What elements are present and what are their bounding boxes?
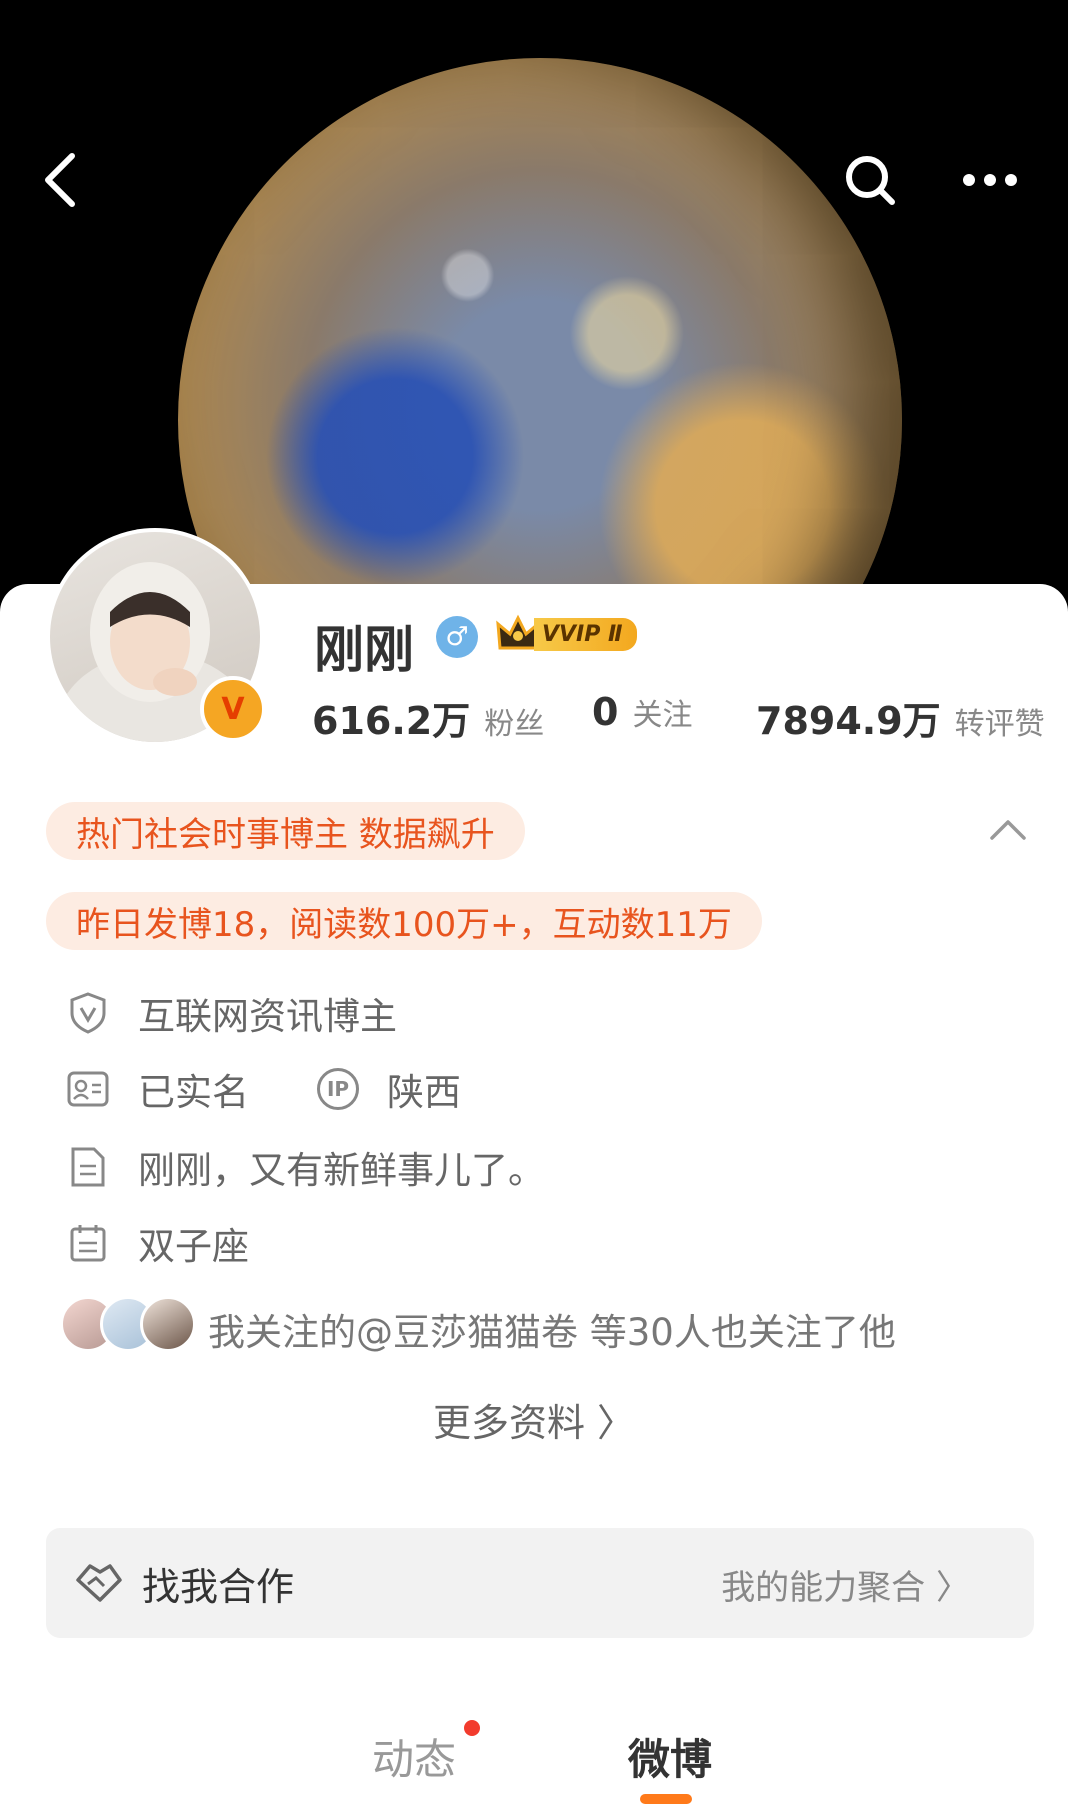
id-card-icon bbox=[66, 1067, 110, 1111]
realname-row[interactable]: 已实名 IP 陕西 bbox=[66, 1062, 461, 1116]
more-dots-icon[interactable] bbox=[960, 150, 1020, 210]
planet-photo bbox=[178, 58, 902, 620]
verified-badge-icon: V bbox=[200, 676, 266, 742]
document-icon bbox=[66, 1145, 110, 1189]
stat-followers[interactable]: 616.2万 粉丝 bbox=[312, 690, 544, 745]
stat-value: 616.2万 bbox=[312, 699, 471, 743]
bio-text: 刚刚，又有新鲜事儿了。 bbox=[138, 1149, 545, 1192]
hot-blogger-tag[interactable]: 热门社会时事博主 数据飙升 bbox=[46, 802, 525, 860]
stat-following[interactable]: 0 关注 bbox=[592, 690, 692, 734]
cooperation-subtitle: 我的能力聚合 〉 bbox=[721, 1568, 970, 1608]
chevron-up-icon[interactable] bbox=[990, 818, 1026, 844]
category-row[interactable]: 互联网资讯博主 bbox=[66, 986, 397, 1040]
ip-location-text: 陕西 bbox=[387, 1071, 461, 1114]
ip-location-icon: IP bbox=[317, 1068, 359, 1110]
profile-name: 刚刚 bbox=[314, 621, 414, 679]
cover-image[interactable] bbox=[0, 0, 1068, 620]
mutual-follow-text[interactable]: 我关注的@豆莎猫猫卷 等30人也关注了他 bbox=[208, 1302, 896, 1356]
mutual-follow-label: 我关注的@豆莎猫猫卷 等30人也关注了他 bbox=[208, 1311, 896, 1354]
mutual-avatar[interactable] bbox=[140, 1296, 196, 1352]
tab-dynamic[interactable]: 动态 bbox=[372, 1726, 456, 1787]
zodiac-row[interactable]: 双子座 bbox=[66, 1216, 249, 1270]
cooperation-card[interactable]: 找我合作 我的能力聚合 〉 bbox=[46, 1528, 1034, 1638]
vvip-label: VVIP Ⅱ bbox=[534, 617, 637, 651]
handshake-icon bbox=[74, 1558, 124, 1608]
zodiac-text: 双子座 bbox=[138, 1225, 249, 1268]
yesterday-stats-tag[interactable]: 昨日发博18，阅读数100万+，互动数11万 bbox=[46, 892, 762, 950]
vvip-badge[interactable]: VVIP Ⅱ bbox=[496, 612, 637, 656]
category-text: 互联网资讯博主 bbox=[138, 995, 397, 1038]
stat-label: 转评赞 bbox=[954, 707, 1045, 742]
more-info-link[interactable]: 更多资料 〉 bbox=[0, 1392, 1068, 1447]
stat-value: 7894.9万 bbox=[756, 699, 941, 743]
stat-interactions[interactable]: 7894.9万 转评赞 bbox=[756, 690, 1045, 745]
calendar-icon bbox=[66, 1221, 110, 1265]
male-gender-icon: ♂ bbox=[436, 616, 478, 658]
back-arrow-icon[interactable] bbox=[30, 150, 90, 210]
stat-value: 0 bbox=[592, 690, 619, 734]
active-tab-indicator bbox=[640, 1794, 692, 1804]
stat-label: 粉丝 bbox=[484, 707, 545, 742]
cooperation-title: 找我合作 bbox=[142, 1565, 295, 1609]
realname-text: 已实名 bbox=[138, 1071, 249, 1114]
notification-dot bbox=[464, 1720, 480, 1736]
bio-row[interactable]: 刚刚，又有新鲜事儿了。 bbox=[66, 1140, 545, 1194]
shield-v-icon bbox=[66, 991, 110, 1035]
stat-label: 关注 bbox=[632, 698, 693, 733]
tab-weibo[interactable]: 微博 bbox=[628, 1726, 712, 1787]
search-icon[interactable] bbox=[840, 150, 900, 210]
